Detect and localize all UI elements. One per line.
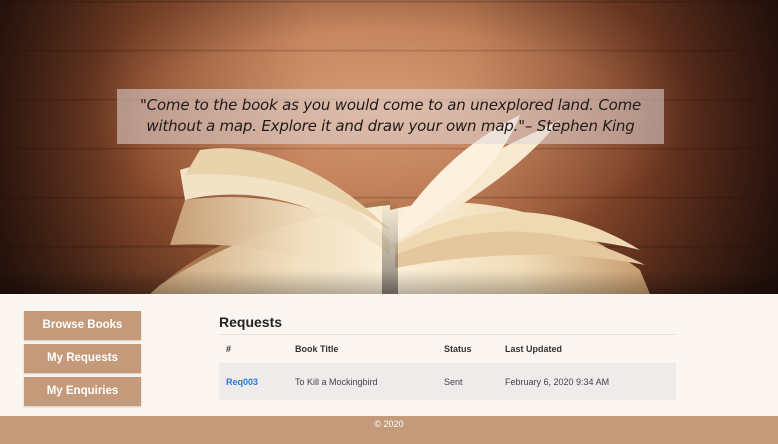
footer: © 2020 [0, 416, 778, 444]
last-updated-cell: February 6, 2020 9:34 AM [505, 376, 610, 387]
table-row: Req003 To Kill a Mockingbird Sent Februa… [219, 363, 676, 400]
status-cell: Sent [444, 376, 463, 387]
requests-section: Requests # Book Title Status Last Update… [219, 312, 676, 400]
request-id-link[interactable]: Req003 [226, 377, 258, 387]
column-header-status: Status [444, 344, 472, 354]
my-enquiries-button[interactable]: My Enquiries [24, 377, 141, 406]
open-book-image [0, 115, 778, 294]
requests-table: # Book Title Status Last Updated Req003 … [219, 335, 676, 400]
browse-books-button[interactable]: Browse Books [24, 311, 141, 340]
column-header-book-title: Book Title [295, 344, 339, 354]
request-id-cell: Req003 [219, 363, 288, 400]
copyright-text: © 2020 [374, 419, 404, 429]
column-header-last-updated: Last Updated [505, 344, 563, 354]
quote-box: "Come to the book as you would come to a… [117, 89, 664, 144]
hero-banner: "Come to the book as you would come to a… [0, 0, 778, 294]
column-header-number: # [226, 344, 232, 354]
sidebar-nav: Browse Books My Requests My Enquiries [24, 311, 141, 410]
my-requests-button[interactable]: My Requests [24, 344, 141, 373]
book-title-cell: To Kill a Mockingbird [295, 376, 378, 387]
page-title: Requests [219, 314, 283, 330]
table-header-row: # Book Title Status Last Updated [219, 335, 676, 363]
hero-quote: "Come to the book as you would come to a… [139, 96, 642, 135]
